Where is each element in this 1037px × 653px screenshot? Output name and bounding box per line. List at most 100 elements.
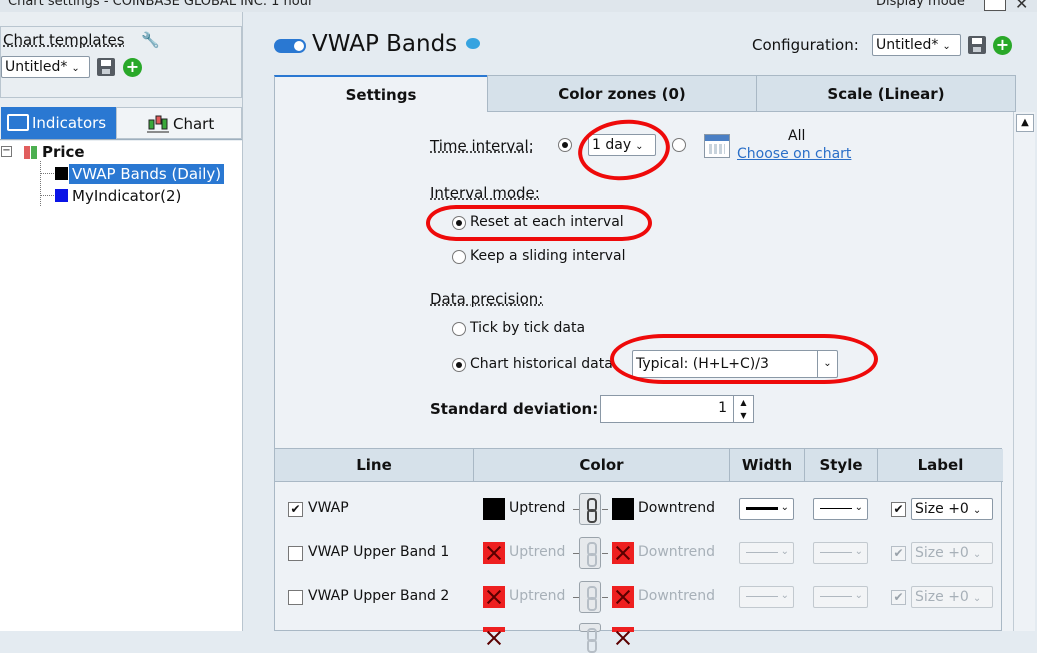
uptrend-color-swatch [483, 586, 505, 608]
configuration-select[interactable]: Untitled* ⌄ [872, 34, 961, 56]
vwap-checkbox[interactable]: ✔ [288, 502, 303, 517]
label-size-select: Size +0 ⌄ [911, 542, 993, 564]
spinner-arrows-icon[interactable]: ▲ ▼ [733, 396, 753, 422]
all-label: All [788, 128, 806, 144]
indicator-toggle[interactable] [274, 39, 306, 53]
uptrend-color-swatch [483, 627, 505, 632]
time-interval-all-radio[interactable] [672, 138, 686, 152]
uptrend-color-swatch [483, 542, 505, 564]
settings-scrollbar[interactable]: ▲ [1013, 112, 1035, 631]
vwap-color-swatch [55, 167, 68, 180]
tree-connector [40, 173, 54, 174]
save-template-icon[interactable] [97, 58, 115, 76]
width-select: ⌄ [739, 542, 794, 564]
downtrend-color-swatch[interactable] [612, 498, 634, 520]
chart-templates-label[interactable]: Chart templates [3, 31, 125, 49]
tab-scale[interactable]: Scale (Linear) [756, 75, 1016, 112]
label-checkbox: ✔ [891, 590, 906, 605]
sliding-interval-radio[interactable] [452, 250, 466, 264]
template-select-value: Untitled* [5, 59, 68, 75]
row-name: VWAP Upper Band 1 [308, 544, 450, 560]
connector [602, 597, 608, 598]
uptrend-color-swatch[interactable] [483, 498, 505, 520]
tree-root-price[interactable]: Price [42, 143, 85, 161]
add-configuration-icon[interactable]: + [993, 36, 1012, 55]
label-size-select[interactable]: Size +0 ⌄ [911, 498, 993, 520]
chart-icon [147, 115, 169, 133]
myindicator-color-swatch [55, 189, 68, 202]
chart-historical-radio[interactable] [452, 358, 466, 372]
indicator-tree: − Price VWAP Bands (Daily) MyIndicator(2… [0, 141, 242, 631]
row-name: VWAP [308, 500, 349, 516]
downtrend-color-swatch [612, 627, 634, 632]
sliding-interval-label[interactable]: Keep a sliding interval [470, 248, 626, 264]
label-size-select: Size +0 ⌄ [911, 586, 993, 608]
tab-indicators[interactable]: Indicators [1, 107, 116, 139]
close-icon[interactable]: ✕ [1015, 0, 1028, 12]
std-dev-label: Standard deviation: [430, 400, 599, 418]
upper-band-1-checkbox[interactable] [288, 546, 303, 561]
choose-on-chart-link[interactable]: Choose on chart [737, 146, 851, 162]
row-name: VWAP Upper Band 2 [308, 588, 450, 604]
price-icon [24, 146, 37, 159]
tab-color-zones[interactable]: Color zones (0) [487, 75, 757, 112]
downtrend-color-swatch [612, 542, 634, 564]
settings-tabs: Settings Color zones (0) Scale (Linear) [274, 75, 1016, 112]
right-panel: VWAP Bands Configuration: Untitled* ⌄ + S… [256, 12, 1037, 653]
configuration-select-value: Untitled* [876, 37, 939, 53]
help-bubble-icon[interactable] [466, 38, 480, 49]
template-select[interactable]: Untitled* ⌄ [1, 56, 90, 78]
tick-by-tick-label[interactable]: Tick by tick data [470, 320, 585, 336]
tab-indicators-label: Indicators [32, 114, 107, 132]
lines-table: Line Color Width Style Label ✔ VWAP Uptr… [274, 448, 1003, 653]
label-size-value: Size +0 [915, 501, 969, 517]
window-titlebar: Chart settings - COINBASE GLOBAL INC. 1 … [0, 0, 1037, 12]
wrench-icon[interactable]: 🔧 [141, 31, 160, 49]
indicators-icon [7, 114, 29, 131]
style-select[interactable]: ⌄ [813, 498, 868, 520]
link-colors-icon [579, 537, 601, 569]
collapse-icon[interactable]: − [1, 146, 12, 157]
uptrend-label: Uptrend [509, 588, 566, 604]
add-template-icon[interactable]: + [123, 58, 142, 77]
downtrend-color-swatch [612, 586, 634, 608]
upper-band-2-checkbox[interactable] [288, 590, 303, 605]
col-header-label: Label [878, 449, 1003, 482]
std-dev-spinner[interactable]: 1 ▲ ▼ [600, 395, 754, 423]
tree-item-myindicator[interactable]: MyIndicator(2) [72, 186, 181, 206]
label-size-value: Size +0 [915, 545, 969, 561]
downtrend-label: Downtrend [638, 544, 715, 560]
uptrend-label: Uptrend [509, 544, 566, 560]
time-interval-radio[interactable] [558, 138, 572, 152]
time-interval-label: Time interval: [430, 137, 534, 155]
col-header-color: Color [474, 449, 730, 482]
save-configuration-icon[interactable] [968, 36, 986, 54]
display-mode-label: Display mode [876, 0, 965, 9]
label-size-value: Size +0 [915, 589, 969, 605]
chart-templates-box: Chart templates 🔧 Untitled* ⌄ + [0, 26, 242, 98]
style-select: ⌄ [813, 586, 868, 608]
chart-historical-label[interactable]: Chart historical data [470, 356, 632, 372]
width-select[interactable]: ⌄ [739, 498, 794, 520]
left-tabs: Indicators Chart [0, 107, 242, 140]
width-select: ⌄ [739, 586, 794, 608]
connector [602, 509, 608, 510]
page-title: VWAP Bands [312, 31, 458, 57]
label-checkbox[interactable]: ✔ [891, 502, 906, 517]
scroll-up-icon[interactable]: ▲ [1016, 114, 1034, 132]
uptrend-label: Uptrend [509, 500, 566, 516]
tree-item-vwap-bands[interactable]: VWAP Bands (Daily) [69, 164, 225, 184]
annotation-circle-price-source [610, 334, 878, 384]
tick-by-tick-radio[interactable] [452, 322, 466, 336]
downtrend-label: Downtrend [638, 588, 715, 604]
tab-chart[interactable]: Chart [116, 107, 242, 139]
left-panel: Chart templates 🔧 Untitled* ⌄ + Indicator… [0, 12, 243, 631]
link-colors-icon[interactable] [579, 493, 601, 525]
col-header-line: Line [275, 449, 474, 482]
tab-chart-label: Chart [173, 115, 215, 133]
std-dev-value[interactable]: 1 [718, 400, 727, 416]
label-checkbox: ✔ [891, 546, 906, 561]
tab-settings[interactable]: Settings [274, 75, 488, 112]
calendar-icon[interactable] [704, 134, 730, 158]
display-mode-button[interactable] [984, 0, 1006, 11]
